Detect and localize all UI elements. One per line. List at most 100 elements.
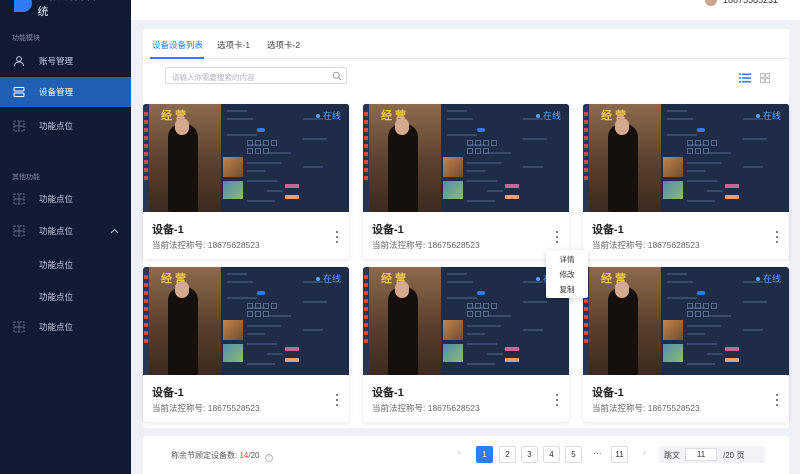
toolbar-strip	[143, 267, 149, 375]
color-swatch	[725, 347, 739, 351]
device-live-thumbnail[interactable]: 经营在线	[363, 104, 569, 212]
list-view-icon[interactable]	[739, 70, 751, 83]
device-card[interactable]: 经营在线设备-1当前法控称号: 18675628523	[363, 104, 569, 259]
sidebar-item-device[interactable]: 设备管理	[0, 77, 131, 107]
sidebar-item-feature[interactable]: 功能点位	[0, 312, 131, 342]
toolbar-strip	[583, 104, 589, 212]
sidebar-item-feature[interactable]: 功能点位	[0, 184, 131, 214]
more-options-icon[interactable]	[775, 231, 779, 243]
device-account: 当前法控称号: 18675528523	[152, 403, 260, 413]
quota-total: /20	[248, 451, 260, 460]
device-card[interactable]: 经营 在线 设备-1 当前法控称号: 18675528523	[583, 267, 789, 422]
device-card[interactable]: 经营在线设备-1 当前法控称号: 18675628523	[363, 267, 569, 422]
menu-item-copy[interactable]: 复制	[546, 284, 588, 295]
menu-item-edit[interactable]: 修改	[546, 269, 588, 280]
more-options-icon[interactable]	[335, 231, 339, 243]
top-header: 18675585231	[131, 0, 800, 20]
sidebar-subitem[interactable]: 功能点位	[39, 291, 73, 303]
status-dot-icon	[755, 277, 760, 281]
search-input[interactable]: 请输入你需要搜索的内容	[165, 67, 347, 84]
page-jump: 跳文 /20 页	[659, 446, 765, 463]
online-status-badge: 在线	[315, 272, 341, 285]
device-card[interactable]: 经营 在线设备-1 当前法控称号: 18675528523	[143, 267, 349, 422]
next-page-button[interactable]: ›	[643, 448, 646, 457]
status-text: 在线	[322, 274, 341, 284]
toggle-switch	[477, 128, 485, 132]
preview-image	[443, 181, 463, 199]
tab-device-list[interactable]: 设备设备列表	[152, 39, 203, 51]
menu-item-detail[interactable]: 详情	[546, 254, 588, 265]
device-name: 设备-1	[372, 387, 404, 399]
chevron-up-icon[interactable]	[110, 226, 119, 236]
card-context-menu: 详情 修改 复制	[546, 250, 588, 298]
device-live-thumbnail[interactable]: 经营在线	[363, 267, 569, 375]
sidebar-item-label: 功能点位	[39, 226, 74, 236]
status-dot-icon	[755, 114, 760, 118]
toolbar-strip	[363, 104, 369, 212]
preview-image	[443, 157, 463, 177]
preview-image	[663, 344, 683, 362]
prev-page-button[interactable]: ‹	[458, 448, 461, 457]
sidebar-item-label: 账号管理	[39, 56, 74, 66]
grid-view-icon[interactable]	[760, 70, 770, 83]
user-menu[interactable]: 18675585231	[704, 0, 778, 6]
device-account: 当前法控称号: 18675628523	[592, 240, 700, 250]
online-status-badge: 在线	[315, 109, 341, 122]
device-live-thumbnail[interactable]: 经营在线	[583, 104, 789, 212]
preview-image	[223, 320, 243, 340]
more-options-icon[interactable]	[555, 394, 559, 406]
presenter-head	[175, 281, 189, 298]
more-options-icon[interactable]	[775, 394, 779, 406]
page-button[interactable]: 1	[476, 446, 493, 463]
sidebar-item-feature-expandable[interactable]: 功能点位	[0, 216, 131, 246]
device-live-thumbnail[interactable]: 经营在线	[143, 267, 349, 375]
device-card[interactable]: 经营在线设备-1当前法控称号: 18675628523	[583, 104, 789, 259]
page-button[interactable]: 2	[499, 446, 516, 463]
toolbar-strip	[143, 104, 149, 212]
presenter-head	[395, 118, 409, 135]
device-live-thumbnail[interactable]: 经营在线	[143, 104, 349, 212]
sidebar-subitem[interactable]: 功能点位	[39, 259, 73, 271]
page-button[interactable]: 11	[611, 446, 628, 463]
color-swatch	[725, 184, 739, 188]
device-account: 当前法控称号: 18675528523	[592, 403, 700, 413]
app-title: 直播设备管理系统	[37, 0, 121, 18]
presenter-figure	[388, 287, 418, 375]
page-ellipsis[interactable]: ···	[589, 446, 606, 463]
help-icon[interactable]: ?	[264, 454, 273, 462]
presenter-figure	[168, 287, 198, 375]
more-options-icon[interactable]	[555, 231, 559, 243]
sidebar-item-account[interactable]: 账号管理	[0, 46, 131, 76]
tab-option-2[interactable]: 选项卡-2	[267, 39, 300, 51]
device-card[interactable]: 经营在线设备-1当前法控称号: 18675628523	[143, 104, 349, 259]
sidebar-item-feature[interactable]: 功能点位	[0, 111, 131, 141]
avatar[interactable]	[704, 0, 717, 6]
jump-page-input[interactable]	[685, 448, 717, 461]
preview-image	[663, 157, 683, 177]
device-name: 设备-1	[152, 387, 184, 399]
preview-image	[223, 157, 243, 177]
status-text: 在线	[762, 274, 781, 284]
page-button[interactable]: 3	[521, 446, 538, 463]
search-icon[interactable]	[332, 71, 342, 81]
device-account: 当前法控称号: 18675628523	[372, 403, 480, 413]
presenter-head	[175, 118, 189, 135]
status-text: 在线	[542, 111, 561, 121]
tab-bar: 设备设备列表 选项卡-1 选项卡-2	[143, 29, 789, 59]
grid-icon	[13, 193, 25, 205]
device-live-thumbnail[interactable]: 经营在线	[583, 267, 789, 375]
presenter-figure	[608, 287, 638, 375]
color-swatch	[505, 184, 519, 188]
sidebar-item-label: 功能点位	[39, 194, 74, 204]
online-status-badge: 在线	[755, 109, 781, 122]
toggle-switch	[697, 128, 705, 132]
presenter-head	[395, 281, 409, 298]
page-button[interactable]: 4	[543, 446, 560, 463]
page-button[interactable]: 5	[565, 446, 582, 463]
user-icon	[13, 55, 25, 67]
tab-option-1[interactable]: 选项卡-1	[217, 39, 250, 51]
more-options-icon[interactable]	[335, 394, 339, 406]
presenter-figure	[168, 124, 198, 212]
preview-image	[663, 181, 683, 199]
color-swatch	[725, 358, 739, 362]
